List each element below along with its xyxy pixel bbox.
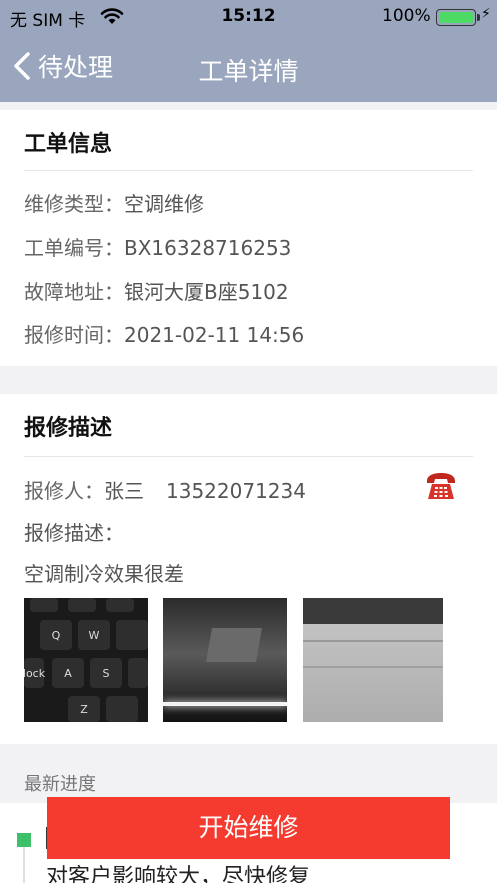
start-repair-button[interactable]: 开始维修 (47, 797, 450, 859)
photo-keyboard[interactable]: Q W lock A S Z (24, 598, 148, 722)
order-info-card: 工单信息 维修类型：空调维修 工单编号：BX16328716253 故障地址：银… (0, 110, 497, 366)
keyboard-key (68, 598, 96, 612)
page-title: 工单详情 (198, 57, 299, 86)
photo-laptop[interactable] (303, 598, 443, 722)
report-heading: 报修描述 (24, 416, 113, 441)
charging-bolt-icon: ⚡ (481, 6, 491, 22)
reporter-name: 张三 (104, 479, 144, 503)
trackpad-edge (303, 640, 443, 668)
timeline-line (23, 847, 25, 883)
battery-tip (477, 14, 480, 21)
battery-icon (436, 9, 476, 26)
report-time-row: 报修时间：2021-02-11 14:56 (24, 319, 304, 348)
fault-address-value: 银河大厦B座5102 (124, 280, 289, 304)
keyboard-key: Q (40, 620, 72, 650)
status-bar: 无 SIM 卡 15:12 100% ⚡ (0, 0, 497, 34)
keyboard-key: S (90, 658, 122, 688)
laptop-keys-edge (303, 598, 443, 624)
divider (24, 170, 473, 171)
report-time-value: 2021-02-11 14:56 (124, 323, 305, 347)
keyboard-key: Z (68, 696, 100, 722)
divider (24, 456, 473, 457)
repair-type-label: 维修类型： (24, 192, 124, 216)
battery-fill (439, 12, 473, 23)
order-number-row: 工单编号：BX16328716253 (24, 232, 291, 261)
keyboard-key (30, 598, 58, 612)
order-number-label: 工单编号： (24, 236, 124, 260)
keyboard-key: lock (24, 658, 45, 688)
repair-type-row: 维修类型：空调维修 (24, 188, 204, 217)
fault-address-row: 故障地址：银河大厦B座5102 (24, 276, 289, 305)
reporter-phone: 13522071234 (166, 479, 306, 503)
light-streak (163, 702, 287, 706)
description-label: 报修描述： (24, 521, 124, 545)
ceiling-vent (206, 628, 262, 662)
latest-progress-label: 最新进度 (24, 774, 96, 795)
photo-ceiling[interactable] (163, 598, 287, 722)
keyboard-key (106, 696, 138, 722)
order-number-value: BX16328716253 (124, 236, 292, 260)
keyboard-key: A (52, 658, 84, 688)
telephone-icon[interactable] (424, 469, 458, 503)
fault-address-label: 故障地址： (24, 280, 124, 304)
battery-percent: 100% (382, 6, 431, 26)
report-time-label: 报修时间： (24, 323, 124, 347)
reporter-label: 报修人： (24, 479, 104, 503)
report-card: 报修描述 报修人：张三 13522071234 报修描述： 空调制冷效果很差 Q … (0, 394, 497, 744)
repair-type-value: 空调维修 (124, 192, 204, 216)
keyboard-key: W (78, 620, 110, 650)
progress-entry-text: 对客户影响较大，尽快修复 (46, 865, 311, 883)
order-info-heading: 工单信息 (24, 132, 113, 157)
description-text: 空调制冷效果很差 (24, 562, 184, 586)
status-dot-icon (17, 833, 31, 847)
navigation-bar: 待处理 工单详情 (0, 34, 497, 102)
keyboard-key (106, 598, 134, 612)
reporter-row: 报修人：张三 13522071234 (24, 475, 306, 504)
keyboard-key (116, 620, 148, 650)
keyboard-key (128, 658, 148, 688)
